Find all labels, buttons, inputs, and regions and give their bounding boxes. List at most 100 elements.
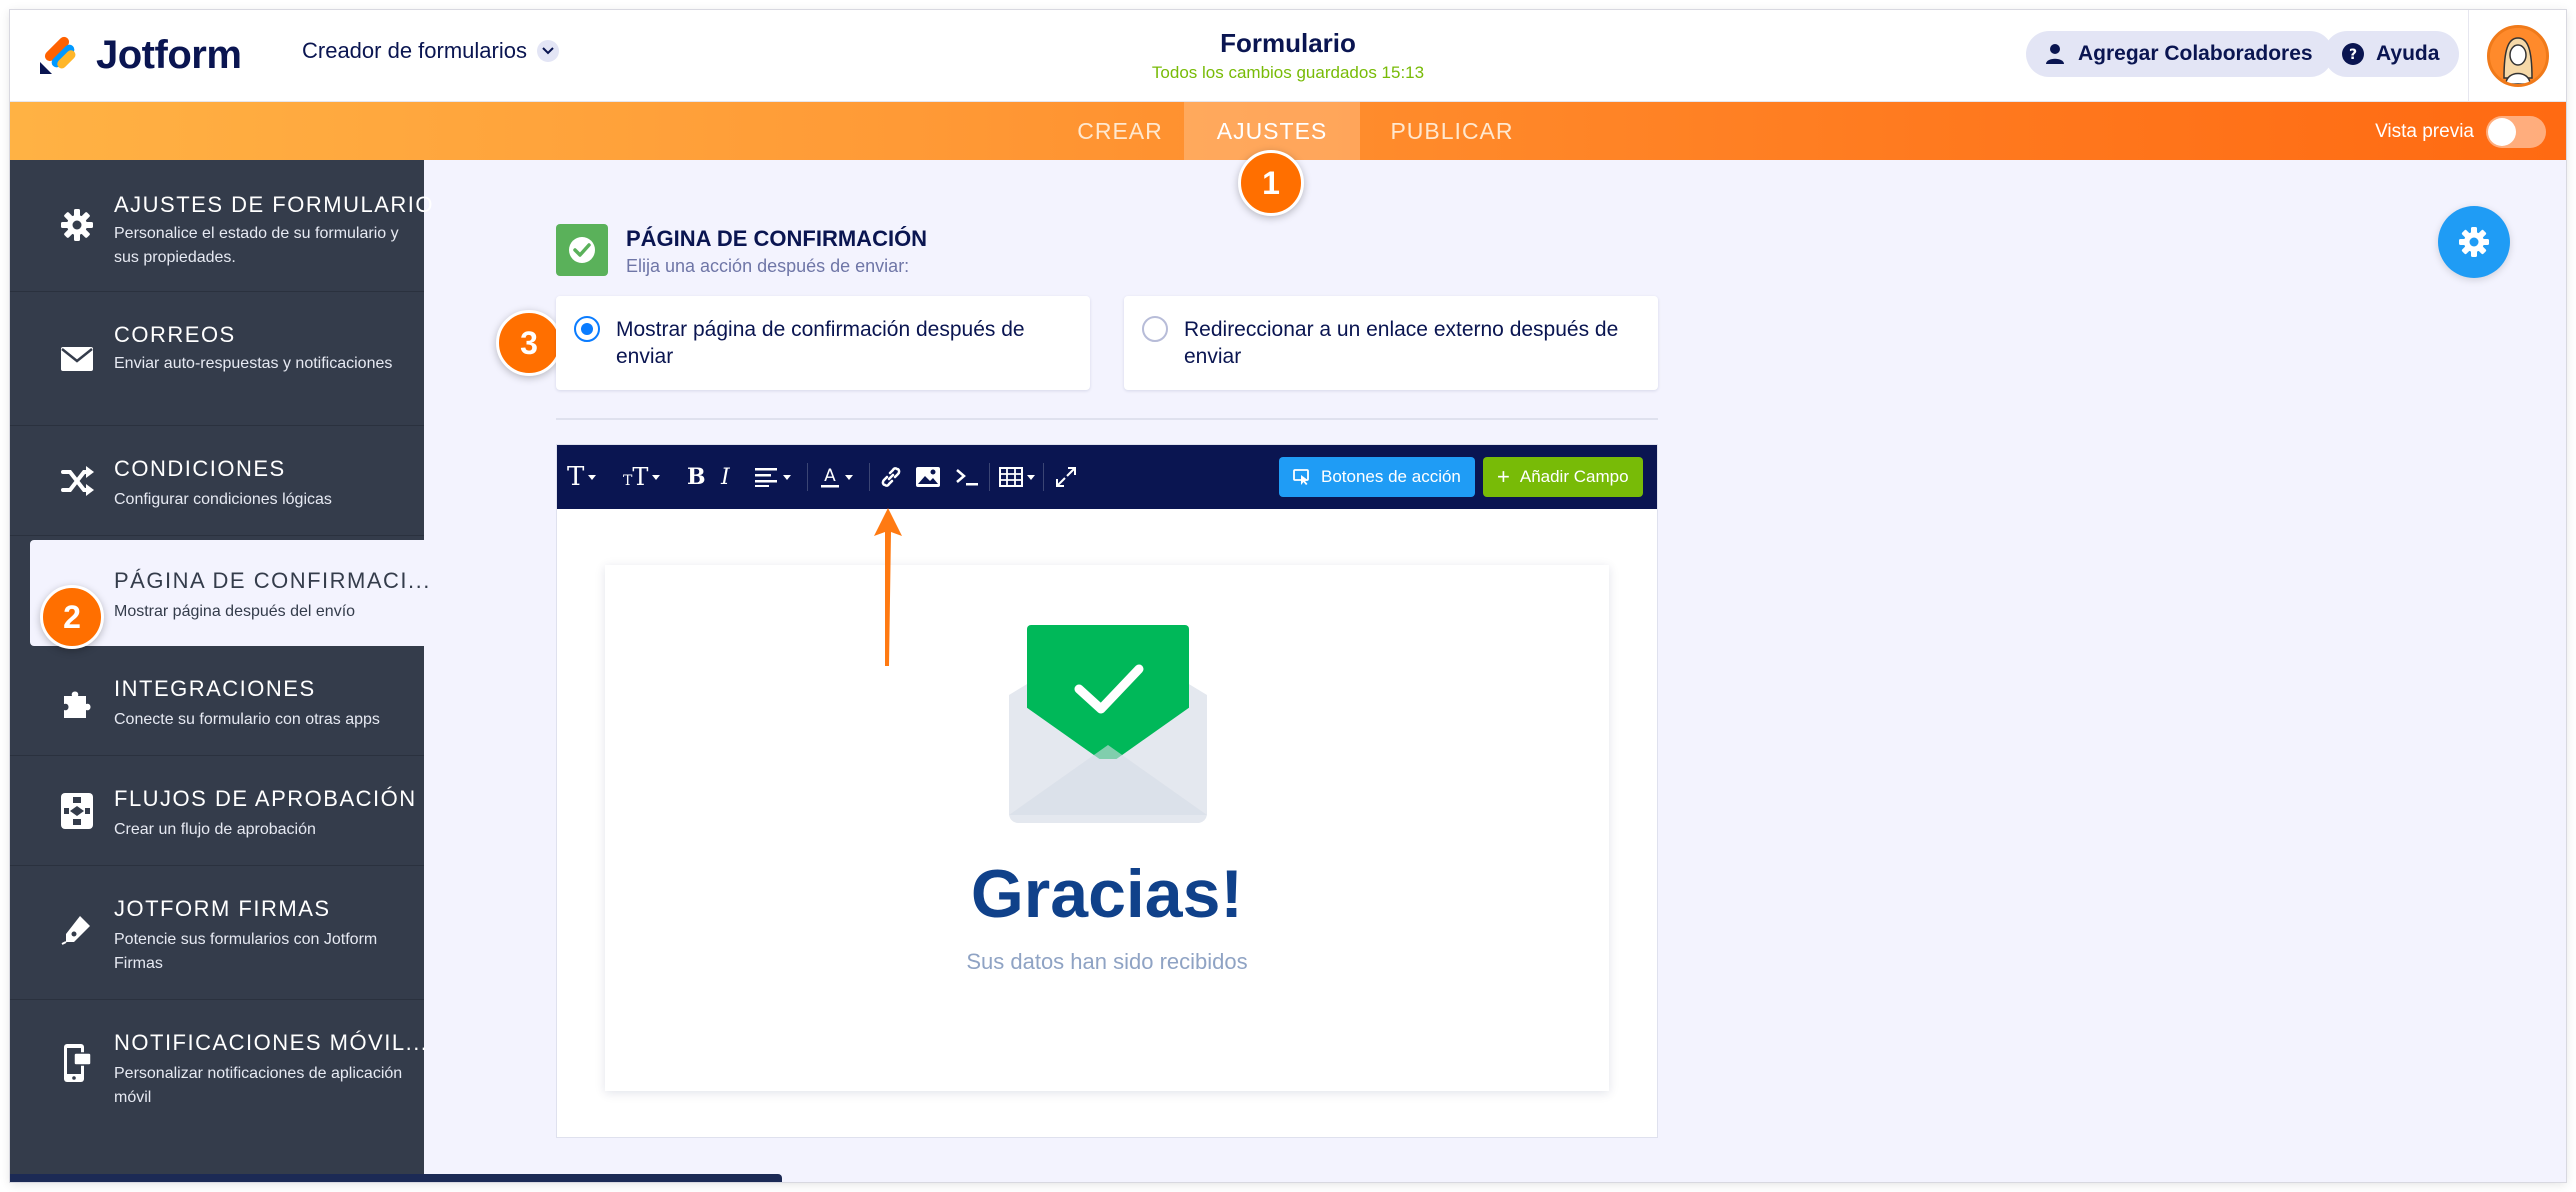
settings-gear-button[interactable] bbox=[2438, 206, 2510, 278]
sidebar-item-form-settings[interactable]: AJUSTES DE FORMULARIO Personalice el est… bbox=[10, 160, 432, 292]
align-left-icon bbox=[755, 468, 777, 487]
terminal-icon bbox=[956, 469, 978, 486]
thank-you-message[interactable]: Sus datos han sido recibidos bbox=[605, 949, 1609, 975]
tab-crear[interactable]: CREAR bbox=[1064, 102, 1176, 160]
radio-unselected[interactable] bbox=[1142, 316, 1168, 342]
thank-you-heading[interactable]: Gracias! bbox=[605, 855, 1609, 933]
sidebar-item-title: NOTIFICACIONES MÓVIL... bbox=[114, 1030, 429, 1055]
preview-label: Vista previa bbox=[2375, 121, 2474, 142]
option-redirect-external-link[interactable]: Redireccionar a un enlace externo despué… bbox=[1124, 296, 1658, 390]
link-icon bbox=[881, 467, 901, 487]
sidebar-item-desc: Potencie sus formularios con Jotform Fir… bbox=[114, 931, 378, 972]
annotation-arrow bbox=[874, 508, 902, 666]
thank-you-editor: T TT B I A Botones de acción + Añadir Ca… bbox=[556, 444, 1658, 1138]
add-collaborators-button[interactable]: Agregar Colaboradores bbox=[2026, 31, 2333, 77]
settings-sidebar: AJUSTES DE FORMULARIO Personalice el est… bbox=[10, 160, 432, 1182]
flowchart-icon bbox=[58, 792, 96, 830]
font-size-button[interactable]: TT bbox=[623, 461, 661, 493]
section-subtitle: Elija una acción después de enviar: bbox=[626, 256, 910, 276]
bold-button[interactable]: B bbox=[687, 461, 706, 493]
option-show-thank-you-page[interactable]: Mostrar página de confirmación después d… bbox=[556, 296, 1090, 390]
preview-toggle[interactable] bbox=[2486, 116, 2546, 148]
pen-icon bbox=[58, 910, 96, 948]
expand-icon bbox=[1056, 467, 1076, 487]
sidebar-item-mobile-notifications[interactable]: NOTIFICACIONES MÓVIL... Personalizar not… bbox=[10, 1000, 427, 1134]
insert-image-button[interactable] bbox=[915, 461, 941, 493]
puzzle-icon bbox=[58, 684, 96, 722]
sidebar-item-desc: Crear un flujo de aprobación bbox=[114, 821, 316, 838]
tab-publicar[interactable]: PUBLICAR bbox=[1376, 102, 1528, 160]
insert-code-button[interactable] bbox=[955, 461, 979, 493]
toolbar-separator bbox=[807, 463, 808, 491]
option-label: Mostrar página de confirmación después d… bbox=[616, 318, 1025, 368]
text-style-icon: T bbox=[567, 462, 585, 492]
toolbar-separator bbox=[869, 463, 870, 491]
sidebar-item-title: AJUSTES DE FORMULARIO bbox=[114, 192, 434, 217]
user-icon bbox=[2042, 41, 2068, 67]
bold-icon: B bbox=[687, 464, 706, 490]
insert-link-button[interactable] bbox=[879, 461, 903, 493]
action-buttons-label: Botones de acción bbox=[1321, 467, 1461, 486]
help-icon: ? bbox=[2340, 41, 2366, 67]
help-label: Ayuda bbox=[2376, 42, 2440, 65]
envelope-icon bbox=[58, 340, 96, 378]
text-style-button[interactable]: T bbox=[567, 461, 597, 493]
top-bar: Jotform Creador de formularios Formulari… bbox=[10, 10, 2566, 102]
app-window: Jotform Creador de formularios Formulari… bbox=[10, 10, 2566, 1182]
sidebar-item-jotform-sign[interactable]: JOTFORM FIRMAS Potencie sus formularios … bbox=[10, 866, 424, 1000]
toolbar-separator bbox=[1043, 463, 1044, 491]
svg-text:?: ? bbox=[2349, 47, 2357, 63]
help-button[interactable]: ? Ayuda bbox=[2324, 31, 2460, 77]
bottom-progress-strip bbox=[10, 1174, 782, 1182]
text-color-button[interactable]: A bbox=[819, 461, 853, 493]
sidebar-item-conditions[interactable]: CONDICIONES Configurar condiciones lógic… bbox=[10, 426, 424, 536]
sidebar-item-title: INTEGRACIONES bbox=[114, 676, 316, 701]
sidebar-item-title: PÁGINA DE CONFIRMACI... bbox=[114, 568, 431, 593]
step-badge-2: 2 bbox=[40, 585, 104, 649]
sidebar-item-desc: Configurar condiciones lógicas bbox=[114, 491, 332, 508]
align-button[interactable] bbox=[755, 461, 791, 493]
sidebar-item-title: CORREOS bbox=[114, 322, 236, 347]
radio-selected[interactable] bbox=[574, 316, 600, 342]
sidebar-item-desc: Personalizar notificaciones de aplicació… bbox=[114, 1065, 403, 1106]
shuffle-icon bbox=[58, 462, 96, 500]
envelope-check-illustration bbox=[1009, 625, 1207, 823]
option-label: Redireccionar a un enlace externo despué… bbox=[1184, 318, 1619, 368]
sidebar-item-desc: Personalice el estado de su formulario y… bbox=[114, 225, 399, 266]
thank-you-card[interactable]: Gracias! Sus datos han sido recibidos bbox=[605, 565, 1609, 1091]
section-divider bbox=[556, 418, 1658, 420]
table-icon bbox=[999, 467, 1023, 487]
step-badge-1: 1 bbox=[1238, 150, 1304, 216]
sidebar-item-emails[interactable]: CORREOS Enviar auto-respuestas y notific… bbox=[10, 292, 424, 426]
italic-icon: I bbox=[721, 464, 730, 490]
cursor-click-icon bbox=[1293, 469, 1309, 485]
fullscreen-button[interactable] bbox=[1055, 461, 1077, 493]
image-icon bbox=[916, 467, 940, 487]
mobile-phone-icon bbox=[58, 1044, 96, 1082]
confirmation-check-icon bbox=[556, 224, 608, 276]
main-nav: CREAR AJUSTES PUBLICAR Vista previa bbox=[10, 102, 2566, 160]
add-collaborators-label: Agregar Colaboradores bbox=[2078, 42, 2313, 65]
avatar bbox=[2486, 25, 2549, 87]
sidebar-item-desc: Mostrar página después del envío bbox=[114, 603, 356, 620]
add-field-button[interactable]: + Añadir Campo bbox=[1483, 457, 1643, 497]
preview-control: Vista previa bbox=[2375, 116, 2546, 148]
italic-button[interactable]: I bbox=[721, 461, 730, 493]
sidebar-item-desc: Conecte su formulario con otras apps bbox=[114, 711, 380, 728]
insert-table-button[interactable] bbox=[999, 461, 1035, 493]
sidebar-item-desc: Enviar auto-respuestas y notificaciones bbox=[114, 355, 393, 372]
plus-icon: + bbox=[1497, 464, 1510, 489]
sidebar-item-title: CONDICIONES bbox=[114, 456, 286, 481]
toolbar-separator bbox=[989, 463, 990, 491]
section-title: PÁGINA DE CONFIRMACIÓN bbox=[626, 226, 928, 251]
sidebar-item-approval-flows[interactable]: FLUJOS DE APROBACIÓN Crear un flujo de a… bbox=[10, 756, 424, 866]
action-buttons-button[interactable]: Botones de acción bbox=[1279, 457, 1475, 497]
add-field-label: Añadir Campo bbox=[1519, 467, 1629, 486]
user-avatar-button[interactable] bbox=[2468, 10, 2566, 102]
step-badge-3: 3 bbox=[496, 310, 562, 376]
sidebar-item-title: JOTFORM FIRMAS bbox=[114, 896, 331, 921]
gear-icon bbox=[58, 206, 96, 244]
font-size-icon: TT bbox=[623, 463, 649, 491]
text-color-icon: A bbox=[821, 466, 839, 488]
sidebar-item-integrations[interactable]: INTEGRACIONES Conecte su formulario con … bbox=[10, 646, 424, 756]
